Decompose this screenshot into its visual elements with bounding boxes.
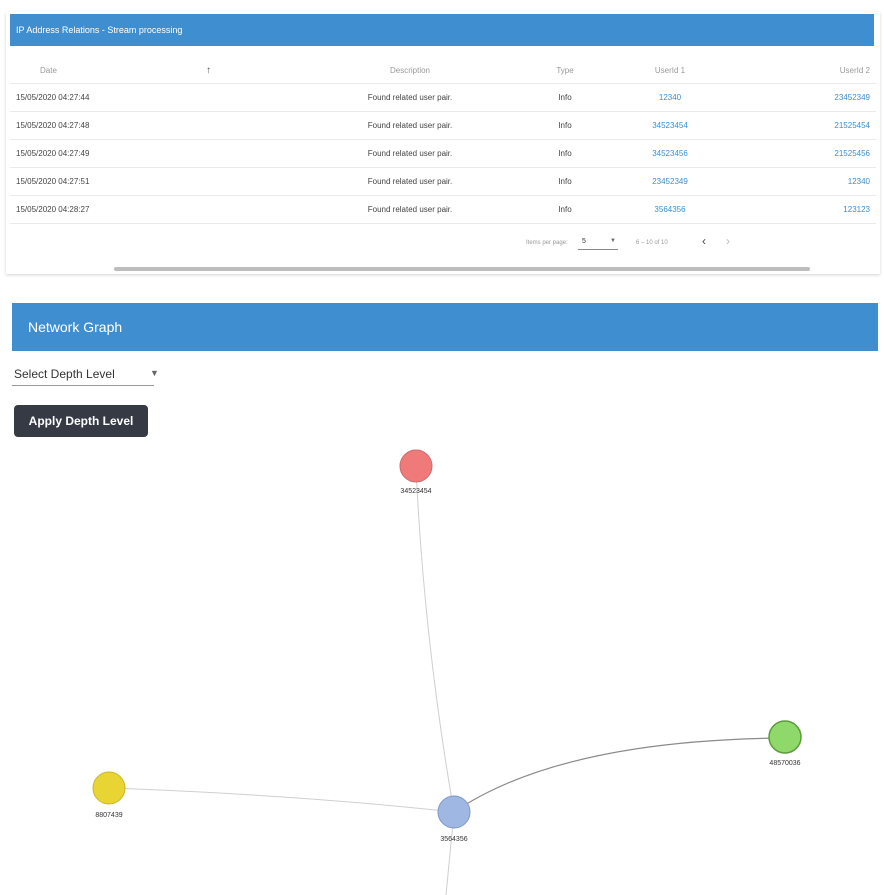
row-userid1-link[interactable]: 34523456 [630,140,710,168]
chevron-left-icon[interactable]: ‹ [702,234,706,248]
graph-edge [415,467,455,813]
row-date: 15/05/2020 04:27:44 [16,93,90,102]
row-date: 15/05/2020 04:27:49 [16,149,90,158]
caret-down-icon: ▼ [610,238,616,244]
row-userid1-link[interactable]: 3564356 [630,196,710,224]
table-row: 15/05/2020 04:28:27 Found related user p… [10,196,876,224]
graph-node-label: 34523454 [400,488,431,495]
table-row: 15/05/2020 04:27:51 Found related user p… [10,168,876,196]
row-description: Found related user pair. [367,93,453,102]
column-header-type[interactable]: Type [530,58,600,84]
row-userid2-link[interactable]: 123123 [800,196,870,224]
table-header-row: Date ↑ Description Type UserId 1 UserId … [10,58,876,84]
table-paginator: Items per page: 5 ▼ 6 – 10 of 10 ‹ › [6,234,880,254]
ip-relations-title: IP Address Relations - Stream processing [10,14,874,46]
table-row: 15/05/2020 04:27:49 Found related user p… [10,140,876,168]
row-date: 15/05/2020 04:27:48 [16,121,90,130]
graph-node-circle[interactable] [399,449,433,483]
column-header-date[interactable]: Date [40,58,220,84]
row-description: Found related user pair. [367,121,453,130]
row-userid2-link[interactable]: 12340 [800,168,870,196]
relations-table: Date ↑ Description Type UserId 1 UserId … [10,58,876,224]
horizontal-scrollbar[interactable] [114,267,810,271]
table-row: 15/05/2020 04:27:44 Found related user p… [10,84,876,112]
graph-node-label: 8807439 [95,812,122,819]
depth-level-select[interactable]: Select Depth Level ▼ [12,364,159,386]
row-userid1-link[interactable]: 34523454 [630,112,710,140]
ip-relations-card: IP Address Relations - Stream processing… [6,12,880,274]
row-userid2-link[interactable]: 23452349 [800,84,870,112]
graph-node[interactable]: 8807439 [92,771,126,819]
graph-node-circle[interactable] [768,720,802,754]
items-per-page-label: Items per page: [526,240,568,246]
graph-edge [453,737,786,813]
graph-node-label: 48570036 [769,760,800,767]
column-header-userid1[interactable]: UserId 1 [630,58,710,84]
row-userid1-link[interactable]: 12340 [630,84,710,112]
row-userid1-link[interactable]: 23452349 [630,168,710,196]
row-description: Found related user pair. [367,177,453,186]
table-row: 15/05/2020 04:27:48 Found related user p… [10,112,876,140]
row-description: Found related user pair. [367,205,453,214]
page-size-value: 5 [582,238,586,245]
row-date: 15/05/2020 04:27:51 [16,177,90,186]
row-type: Info [558,177,572,186]
sort-arrow-up-icon[interactable]: ↑ [206,58,218,84]
caret-down-icon: ▼ [150,368,159,378]
graph-edge [108,787,455,813]
column-header-userid2[interactable]: UserId 2 [800,58,870,84]
row-userid2-link[interactable]: 21525456 [800,140,870,168]
graph-node[interactable]: 3564356 [437,795,471,843]
page-size-select[interactable]: 5 ▼ [578,236,618,250]
network-graph-canvas[interactable]: 34523454 48570036 8807439 3564356 [0,440,884,895]
row-userid2-link[interactable]: 21525454 [800,112,870,140]
row-type: Info [558,93,572,102]
row-type: Info [558,205,572,214]
chevron-right-icon[interactable]: › [726,234,730,248]
graph-node[interactable]: 48570036 [768,720,802,767]
row-date: 15/05/2020 04:28:27 [16,205,90,214]
row-type: Info [558,121,572,130]
column-header-description[interactable]: Description [310,58,510,84]
graph-node[interactable]: 34523454 [399,449,433,495]
row-description: Found related user pair. [367,149,453,158]
apply-depth-level-button[interactable]: Apply Depth Level [14,405,148,437]
row-type: Info [558,149,572,158]
network-graph-title: Network Graph [12,303,878,351]
graph-node-circle[interactable] [92,771,126,805]
graph-node-label: 3564356 [440,836,467,843]
depth-level-select-label: Select Depth Level [14,367,115,381]
graph-node-circle[interactable] [437,795,471,829]
page-range-label: 6 – 10 of 10 [636,240,668,246]
